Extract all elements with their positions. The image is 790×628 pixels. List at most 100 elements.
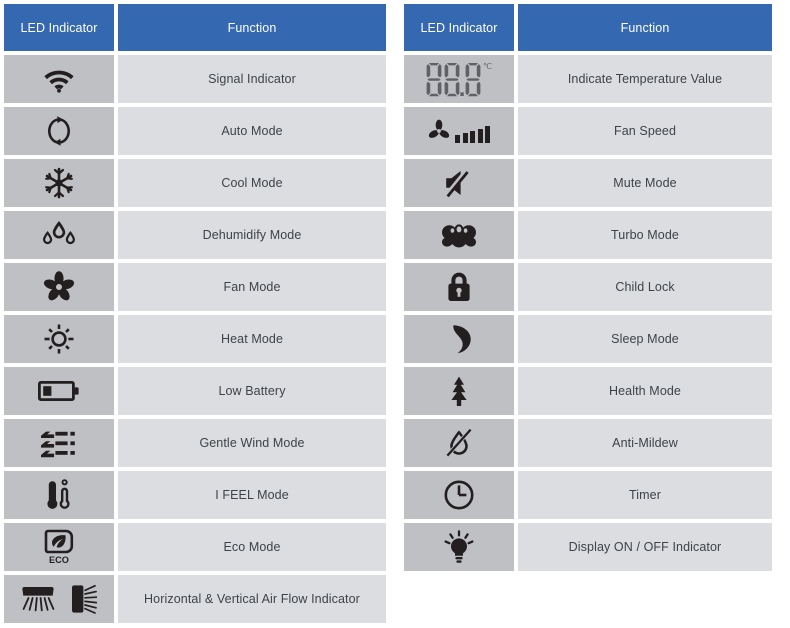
table-row: Cool Mode (4, 159, 386, 207)
table-header-row: LED Indicator Function (4, 4, 386, 51)
function-label: Cool Mode (118, 159, 386, 207)
icon-cell (4, 55, 114, 103)
airflow-icon (21, 583, 97, 615)
function-label: Signal Indicator (118, 55, 386, 103)
header-led-indicator: LED Indicator (404, 4, 514, 51)
anti-mildew-icon (445, 428, 473, 457)
sun-icon (44, 324, 74, 354)
function-label: Timer (518, 471, 772, 519)
icon-cell (4, 367, 114, 415)
fan-speed-bars (455, 126, 490, 143)
icon-cell (404, 263, 514, 311)
icon-cell (4, 263, 114, 311)
function-label: Gentle Wind Mode (118, 419, 386, 467)
function-label: Eco Mode (118, 523, 386, 571)
table-row: Child Lock (404, 263, 772, 311)
pine-tree-icon (451, 376, 467, 406)
table-row: Low Battery (4, 367, 386, 415)
icon-cell (404, 419, 514, 467)
mute-speaker-icon (444, 169, 469, 198)
function-label: Health Mode (518, 367, 772, 415)
function-label: Fan Speed (518, 107, 772, 155)
clock-icon (444, 480, 474, 510)
icon-cell (404, 315, 514, 363)
table-row: Gentle Wind Mode (4, 419, 386, 467)
table-row: Signal Indicator (4, 55, 386, 103)
icon-cell: ℃ (404, 55, 514, 103)
function-label: Low Battery (118, 367, 386, 415)
table-row: Heat Mode (4, 315, 386, 363)
lightbulb-icon (444, 530, 474, 563)
icon-cell (404, 107, 514, 155)
function-label: Turbo Mode (518, 211, 772, 259)
seven-segment-display (426, 63, 481, 97)
led-indicator-table-left: LED Indicator Function Signal Indicator (4, 4, 386, 627)
icon-cell (404, 523, 514, 571)
low-battery-icon (38, 381, 79, 401)
vertical-airflow-icon (72, 584, 97, 614)
table-row: Health Mode (404, 367, 772, 415)
table-row: Mute Mode (404, 159, 772, 207)
svg-text:ECO: ECO (49, 555, 69, 565)
table-row: ECO Eco Mode (4, 523, 386, 571)
table-header-row: LED Indicator Function (404, 4, 772, 51)
table-row: Fan Speed (404, 107, 772, 155)
horizontal-airflow-icon (22, 587, 55, 612)
icon-cell (404, 211, 514, 259)
fan-speed-bar (470, 131, 475, 143)
seven-segment-temp-icon: ℃ (426, 61, 492, 97)
water-drops-icon (43, 221, 75, 245)
header-function: Function (118, 4, 386, 51)
icon-cell (404, 367, 514, 415)
turbo-muscle-icon (442, 224, 476, 248)
table-row: Auto Mode (4, 107, 386, 155)
function-label: Auto Mode (118, 107, 386, 155)
function-label: I FEEL Mode (118, 471, 386, 519)
function-label: Indicate Temperature Value (518, 55, 772, 103)
function-label: Sleep Mode (518, 315, 772, 363)
eco-leaf-icon: ECO (44, 529, 74, 565)
table-row: I FEEL Mode (4, 471, 386, 519)
fan-speed-icon (428, 119, 490, 143)
padlock-icon (448, 272, 470, 301)
table-row: Timer (404, 471, 772, 519)
led-indicator-table-right: LED Indicator Function ℃ Indicate Temper… (404, 4, 772, 575)
icon-cell (4, 211, 114, 259)
fan-speed-bar (477, 128, 483, 143)
auto-mode-icon (48, 116, 70, 146)
header-function: Function (518, 4, 772, 51)
wifi-signal-icon (44, 70, 74, 93)
table-row: Fan Mode (4, 263, 386, 311)
function-label: Mute Mode (518, 159, 772, 207)
table-row: Dehumidify Mode (4, 211, 386, 259)
fan-propeller-icon (428, 119, 450, 138)
table-row: Turbo Mode (404, 211, 772, 259)
crescent-moon-icon (453, 325, 471, 354)
icon-cell (4, 471, 114, 519)
table-row: ℃ Indicate Temperature Value (404, 55, 772, 103)
icon-cell (4, 575, 114, 623)
function-label: Horizontal & Vertical Air Flow Indicator (118, 575, 386, 623)
indicator-legend-page: LED Indicator Function Signal Indicator (0, 0, 790, 628)
header-led-indicator: LED Indicator (4, 4, 114, 51)
gentle-wind-icon (41, 431, 75, 458)
function-label: Display ON / OFF Indicator (518, 523, 772, 571)
table-row: Anti-Mildew (404, 419, 772, 467)
fan-speed-bar (462, 133, 468, 143)
icon-cell (4, 315, 114, 363)
icon-cell (404, 471, 514, 519)
fan-speed-bar (485, 126, 490, 143)
icon-cell (4, 159, 114, 207)
icon-cell (4, 107, 114, 155)
icon-cell (404, 159, 514, 207)
i-feel-thermometer-icon (47, 479, 70, 509)
snowflake-icon (45, 167, 73, 199)
function-label: Dehumidify Mode (118, 211, 386, 259)
fan-speed-bar (455, 135, 460, 143)
fan-blades-icon (43, 271, 75, 301)
function-label: Anti-Mildew (518, 419, 772, 467)
temperature-unit-label: ℃ (483, 62, 492, 71)
function-label: Fan Mode (118, 263, 386, 311)
function-label: Child Lock (518, 263, 772, 311)
table-row: Display ON / OFF Indicator (404, 523, 772, 571)
